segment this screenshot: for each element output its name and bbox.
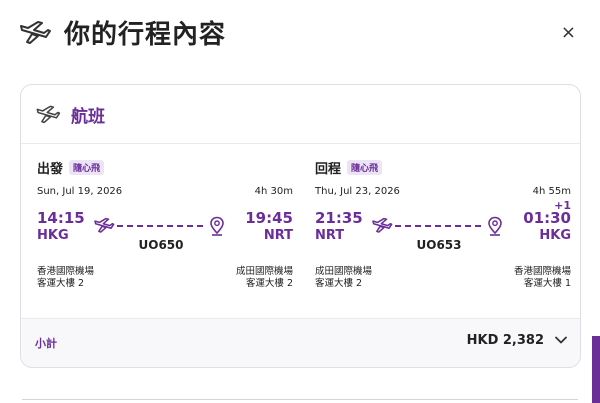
airports-row: 香港國際機場 客運大樓 2 成田國際機場 客運大樓 2: [37, 266, 293, 296]
departure-time: 21:35: [315, 209, 363, 227]
departure: 14:15 HKG: [37, 210, 85, 245]
flight-duration: 4h 55m: [532, 186, 571, 197]
flight-card: 航班 出發 隨心飛 Sun, Jul 19, 2026 4h 30m 14:15…: [20, 84, 581, 368]
segment-label: 回程: [315, 162, 342, 177]
flight-duration: 4h 30m: [254, 186, 293, 197]
subtotal-row[interactable]: 小計 HKD 2,382: [21, 318, 580, 367]
arrival-time: 01:30: [523, 209, 571, 227]
plane-icon: [94, 217, 115, 233]
plane-icon: [372, 217, 393, 233]
subtotal-amount: HKD 2,382: [466, 333, 544, 348]
flight-date: Thu, Jul 23, 2026: [315, 186, 400, 197]
departure-time: 14:15: [37, 209, 85, 227]
departure-airport: 成田國際機場 客運大樓 2: [315, 266, 372, 290]
times-row: 14:15 HKG UO650 19:45 NRT: [37, 210, 293, 253]
date-row: Sun, Jul 19, 2026 4h 30m: [37, 186, 293, 200]
departure: 21:35 NRT: [315, 210, 363, 245]
card-header: 航班: [21, 85, 580, 144]
arrival-code: NRT: [263, 228, 293, 243]
arrival-code: HKG: [539, 228, 571, 243]
arrival-airport: 成田國際機場 客運大樓 2: [236, 266, 293, 290]
date-row: Thu, Jul 23, 2026 4h 55m +1: [315, 186, 571, 212]
fare-badge: 隨心飛: [347, 160, 383, 175]
segment-title: 回程 隨心飛: [315, 158, 571, 177]
departure-airport: 香港國際機場 客運大樓 2: [37, 266, 94, 290]
route-line: [93, 216, 225, 236]
chevron-down-icon[interactable]: [554, 333, 568, 347]
subtotal-label: 小計: [35, 337, 57, 350]
arrival-time: 19:45: [245, 209, 293, 227]
airport-name: 成田國際機場: [235, 266, 293, 277]
close-icon: ×: [560, 22, 576, 43]
plane-icon: [20, 21, 51, 44]
airports-row: 成田國際機場 客運大樓 2 香港國際機場 客運大樓 1: [315, 266, 571, 296]
flight-number: UO653: [416, 238, 462, 252]
card-title: 航班: [71, 106, 105, 127]
side-tab[interactable]: [592, 336, 600, 403]
terminal: 客運大樓 1: [523, 278, 571, 289]
page-title: 你的行程內容: [64, 19, 227, 50]
times-row: 21:35 NRT UO653 01:30 HKG: [315, 210, 571, 253]
location-pin-icon: [488, 216, 502, 236]
airport-name: 成田國際機場: [315, 266, 373, 277]
plane-icon: [36, 105, 61, 124]
flight-date: Sun, Jul 19, 2026: [37, 186, 123, 197]
airport-name: 香港國際機場: [513, 266, 571, 277]
divider: [22, 399, 578, 400]
outbound-segment: 出發 隨心飛 Sun, Jul 19, 2026 4h 30m 14:15 HK…: [37, 158, 293, 296]
fare-badge: 隨心飛: [69, 160, 105, 175]
departure-code: NRT: [315, 228, 345, 243]
route-line: [371, 216, 503, 236]
flight-number: UO650: [138, 238, 184, 252]
modal-header: 你的行程內容: [18, 14, 226, 50]
segment-title: 出發 隨心飛: [37, 158, 293, 177]
location-pin-icon: [210, 216, 224, 236]
route-dash: [395, 225, 481, 227]
arrival: 01:30 HKG: [523, 210, 571, 245]
return-segment: 回程 隨心飛 Thu, Jul 23, 2026 4h 55m +1 21:35…: [315, 158, 571, 296]
arrival: 19:45 NRT: [245, 210, 293, 245]
terminal: 客運大樓 2: [315, 278, 363, 289]
terminal: 客運大樓 2: [245, 278, 293, 289]
close-button[interactable]: ×: [561, 22, 576, 43]
departure-code: HKG: [37, 228, 69, 243]
airport-name: 香港國際機場: [37, 266, 95, 277]
segment-label: 出發: [37, 162, 64, 177]
terminal: 客運大樓 2: [37, 278, 85, 289]
route-dash: [117, 225, 203, 227]
arrival-airport: 香港國際機場 客運大樓 1: [514, 266, 571, 290]
